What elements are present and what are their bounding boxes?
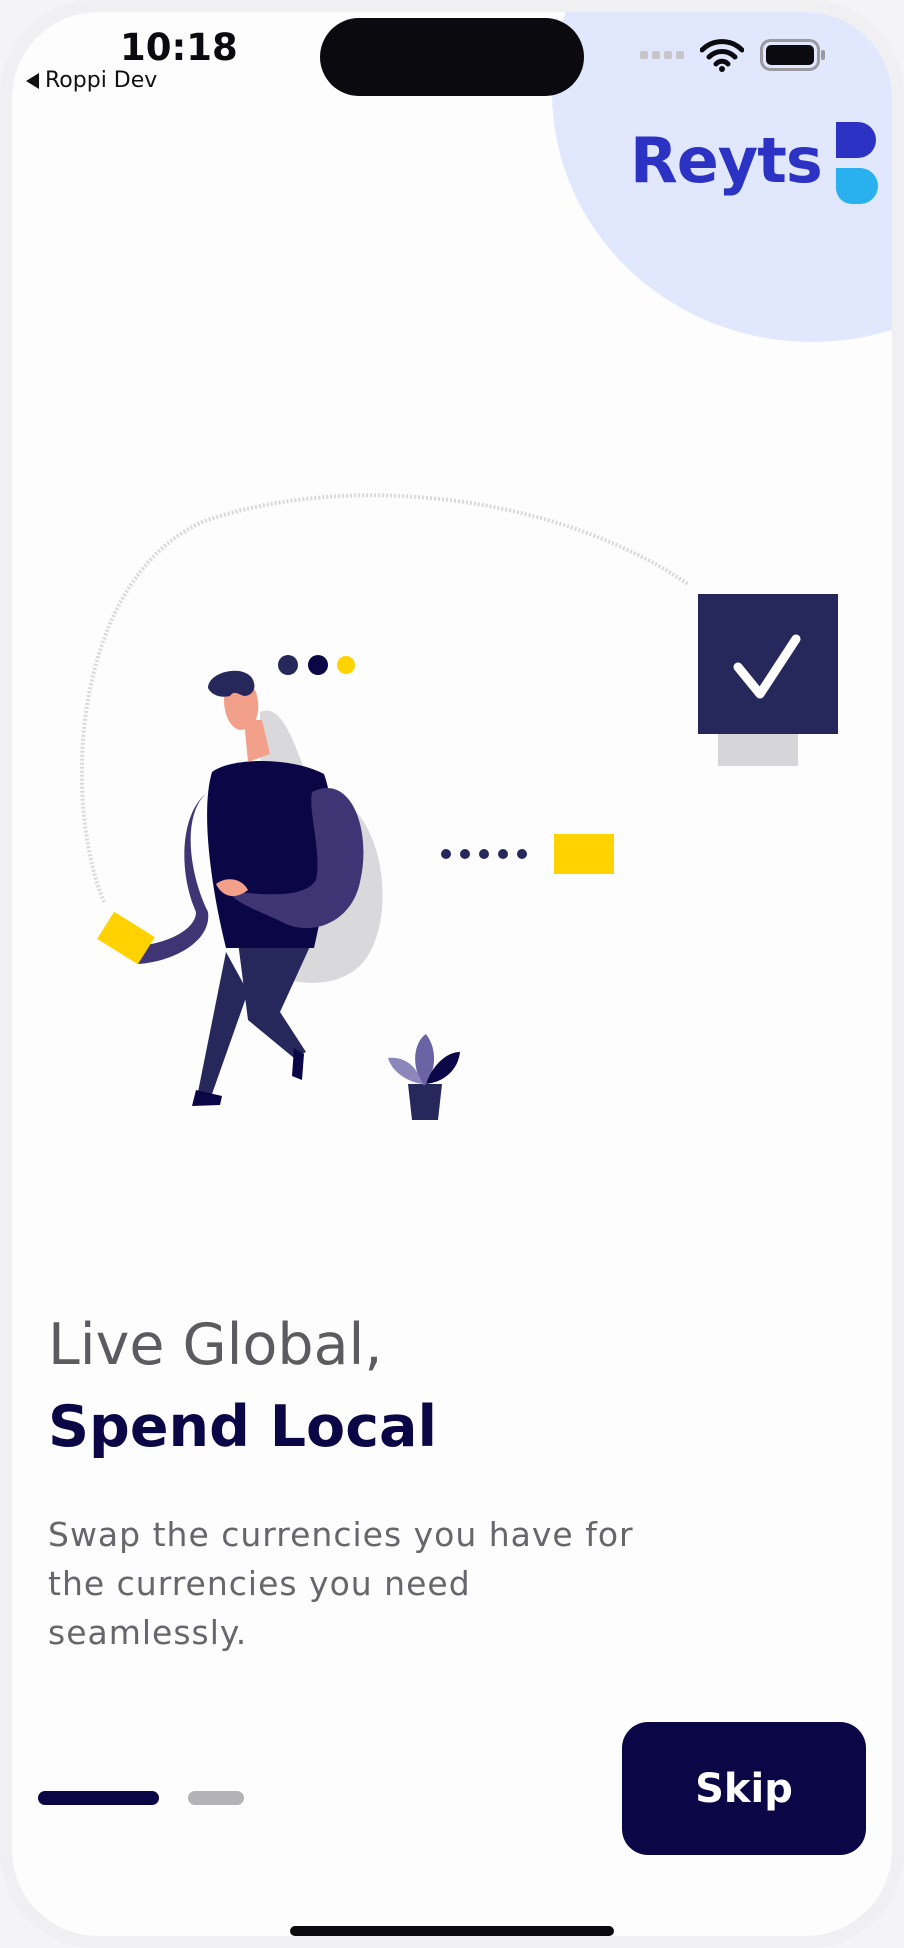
- skip-button[interactable]: Skip: [622, 1722, 866, 1855]
- cellular-signal-icon: [640, 51, 684, 59]
- onboarding-description: Swap the currencies you have for the cur…: [48, 1515, 634, 1652]
- battery-icon: [760, 39, 825, 71]
- brand-wordmark: Reyts: [630, 124, 823, 197]
- back-app-label: Roppi Dev: [45, 68, 158, 93]
- page-indicator-active: [38, 1791, 159, 1805]
- brand-logo: Reyts: [630, 122, 884, 206]
- home-indicator[interactable]: [290, 1926, 614, 1936]
- status-icons: [640, 38, 826, 72]
- person-sending-money-illustration: [79, 493, 838, 1120]
- onboarding-screen: 10:18 Roppi Dev Reyts Live Global, Spend…: [12, 12, 892, 1936]
- phone-frame: 10:18 Roppi Dev Reyts Live Global, Spend…: [0, 0, 904, 1948]
- back-arrow-icon: [26, 72, 39, 89]
- headline-line-1: Live Global,: [48, 1312, 383, 1378]
- headline-line-2: Spend Local: [48, 1394, 438, 1460]
- back-to-app-link[interactable]: Roppi Dev: [26, 68, 157, 93]
- dynamic-island: [320, 18, 584, 96]
- status-time: 10:18: [120, 26, 238, 69]
- brand-mark-icon: [835, 122, 878, 204]
- page-indicator-inactive[interactable]: [188, 1791, 244, 1805]
- wifi-icon: [700, 39, 744, 72]
